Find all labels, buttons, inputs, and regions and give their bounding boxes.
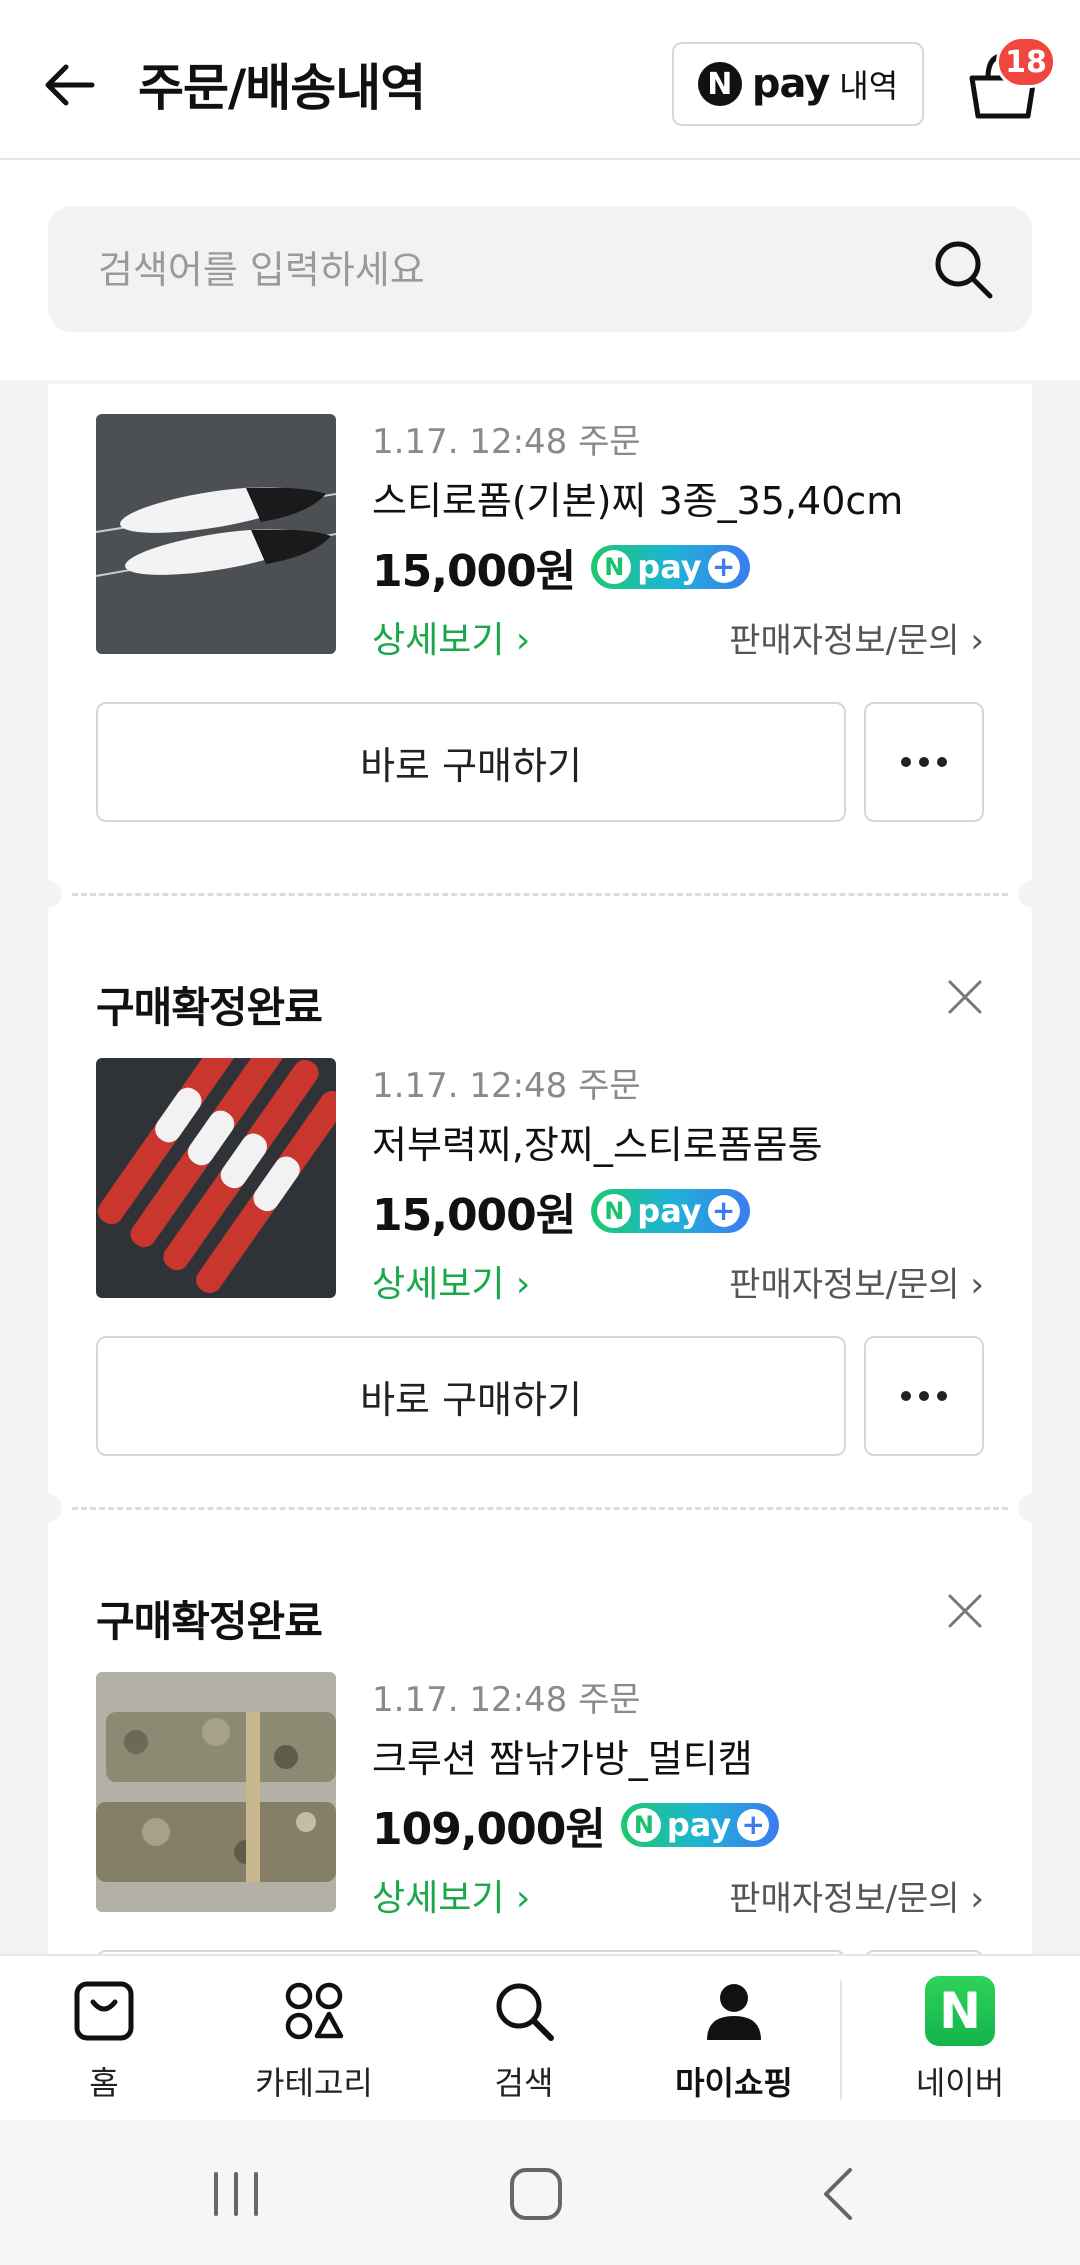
nav-item-myshopping[interactable]: 마이쇼핑	[634, 1976, 834, 2106]
nav-label: 홈	[89, 2064, 119, 2102]
buy-now-button[interactable]: 바로 구매하기	[96, 1336, 846, 1456]
person-icon	[707, 1984, 761, 2040]
dot-icon	[901, 757, 911, 767]
dot-icon	[919, 1391, 929, 1401]
product-name[interactable]: 스티로폼(기본)찌 3종_35,40cm	[372, 470, 984, 532]
nav-label: 네이버	[915, 2064, 1005, 2102]
npay-badge-word: pay	[637, 1192, 702, 1230]
order-date: 1.17. 12:48 주문	[372, 1680, 641, 1720]
seller-info-link[interactable]: 판매자정보/문의 ›	[729, 1257, 984, 1306]
order-meta: 1.17. 12:48 주문 스티로폼(기본)찌 3종_35,40cm 15,0…	[372, 414, 984, 672]
npay-n-icon: N	[597, 550, 632, 584]
bottom-navigation: 홈 카테고리 검색 마이쇼핑 N 네이버	[0, 1954, 1080, 2120]
order-list: 1.17. 12:48 주문 스티로폼(기본)찌 3종_35,40cm 15,0…	[34, 384, 1046, 2070]
seller-info-link[interactable]: 판매자정보/문의 ›	[729, 613, 984, 662]
app-header: 주문/배송내역 N pay 내역 18	[0, 0, 1080, 160]
order-meta: 1.17. 12:48 주문 저부력찌,장찌_스티로폼몸통 15,000원 N …	[372, 1058, 984, 1316]
links-row: 상세보기 › 판매자정보/문의 ›	[372, 1860, 984, 1930]
npay-plus-badge: N pay +	[620, 1803, 780, 1847]
price-row: 109,000원 N pay +	[372, 1790, 984, 1860]
plus-icon: +	[707, 1195, 740, 1227]
nav-label: 검색	[494, 2064, 554, 2102]
search-area	[0, 160, 1080, 380]
seller-info-link[interactable]: 판매자정보/문의 ›	[729, 1871, 984, 1920]
detail-link[interactable]: 상세보기 ›	[372, 611, 530, 663]
nav-item-category[interactable]: 카테고리	[214, 1976, 414, 2106]
buy-now-button[interactable]: 바로 구매하기	[96, 702, 846, 822]
search-icon[interactable]	[930, 236, 996, 302]
product-thumbnail[interactable]	[96, 1672, 336, 1912]
nav-divider	[840, 1980, 842, 2100]
npay-n-icon: N	[626, 1808, 661, 1842]
order-status: 구매확정완료	[96, 1597, 323, 1646]
price-row: 15,000원 N pay +	[372, 1176, 984, 1246]
nav-label: 카테고리	[255, 2064, 373, 2102]
category-icon	[285, 1982, 344, 2040]
npay-plus-badge: N pay +	[591, 1189, 750, 1233]
home-icon[interactable]	[496, 2154, 576, 2234]
cart-count-badge: 18	[996, 36, 1056, 88]
detail-link[interactable]: 상세보기 ›	[372, 1255, 530, 1307]
order-date: 1.17. 12:48 주문	[372, 422, 641, 462]
npay-badge-word: pay	[666, 1806, 732, 1844]
nav-label: 마이쇼핑	[675, 2064, 793, 2102]
order-card: 1.17. 12:48 주문 스티로폼(기본)찌 3종_35,40cm 15,0…	[48, 384, 1032, 880]
card-separator	[34, 1494, 1046, 1522]
npay-n-icon: N	[597, 1194, 632, 1228]
npay-badge-word: pay	[637, 548, 702, 586]
order-card: 구매확정완료 1.17. 12:48 주문 저부력찌,장찌_스티로폼몸통 15,…	[48, 908, 1032, 1494]
product-price: 109,000원	[372, 1804, 606, 1855]
detail-link[interactable]: 상세보기 ›	[372, 1869, 530, 1921]
plus-icon: +	[737, 1809, 770, 1841]
npay-history-label: 내역	[839, 67, 899, 105]
back-icon[interactable]	[800, 2154, 880, 2234]
product-price: 15,000원	[372, 546, 576, 597]
order-meta: 1.17. 12:48 주문 크루션 짬낚가방_멀티캠 109,000원 N p…	[372, 1672, 984, 1930]
order-date: 1.17. 12:48 주문	[372, 1066, 641, 1106]
product-price: 15,000원	[372, 1190, 576, 1241]
product-thumbnail[interactable]	[96, 1058, 336, 1298]
close-icon[interactable]	[942, 974, 988, 1020]
back-arrow-icon[interactable]	[36, 50, 106, 120]
page-title: 주문/배송내역	[138, 59, 426, 117]
product-thumbnail[interactable]	[96, 414, 336, 654]
dot-icon	[901, 1391, 911, 1401]
system-navigation-bar	[0, 2120, 1080, 2265]
more-options-button[interactable]	[864, 702, 984, 822]
order-card: 구매확정완료 1.17. 12:48 주문 크루션 짬낚가방_멀티캠 109,0…	[48, 1522, 1032, 2070]
search-box	[48, 206, 1032, 334]
npay-history-button[interactable]: N pay 내역	[672, 42, 924, 126]
npay-word: pay	[751, 61, 830, 107]
product-name[interactable]: 저부력찌,장찌_스티로폼몸통	[372, 1114, 984, 1176]
close-icon[interactable]	[942, 1588, 988, 1634]
nav-item-naver[interactable]: N 네이버	[860, 1976, 1060, 2106]
more-options-button[interactable]	[864, 1336, 984, 1456]
plus-icon: +	[707, 551, 740, 583]
product-name[interactable]: 크루션 짬낚가방_멀티캠	[372, 1728, 984, 1790]
nav-item-search[interactable]: 검색	[424, 1976, 624, 2106]
dot-icon	[919, 757, 929, 767]
price-row: 15,000원 N pay +	[372, 532, 984, 602]
order-status: 구매확정완료	[96, 983, 323, 1032]
npay-logo-icon: N	[697, 62, 742, 106]
dot-icon	[937, 757, 947, 767]
recent-apps-icon[interactable]	[196, 2154, 276, 2234]
search-input[interactable]	[96, 206, 920, 334]
card-separator	[34, 880, 1046, 908]
npay-plus-badge: N pay +	[591, 545, 750, 589]
search-icon	[496, 1983, 554, 2041]
links-row: 상세보기 › 판매자정보/문의 ›	[372, 602, 984, 672]
nav-item-home[interactable]: 홈	[4, 1976, 204, 2106]
dot-icon	[937, 1391, 947, 1401]
naver-icon: N	[925, 1976, 995, 2046]
bag-icon	[74, 1981, 134, 2041]
links-row: 상세보기 › 판매자정보/문의 ›	[372, 1246, 984, 1316]
